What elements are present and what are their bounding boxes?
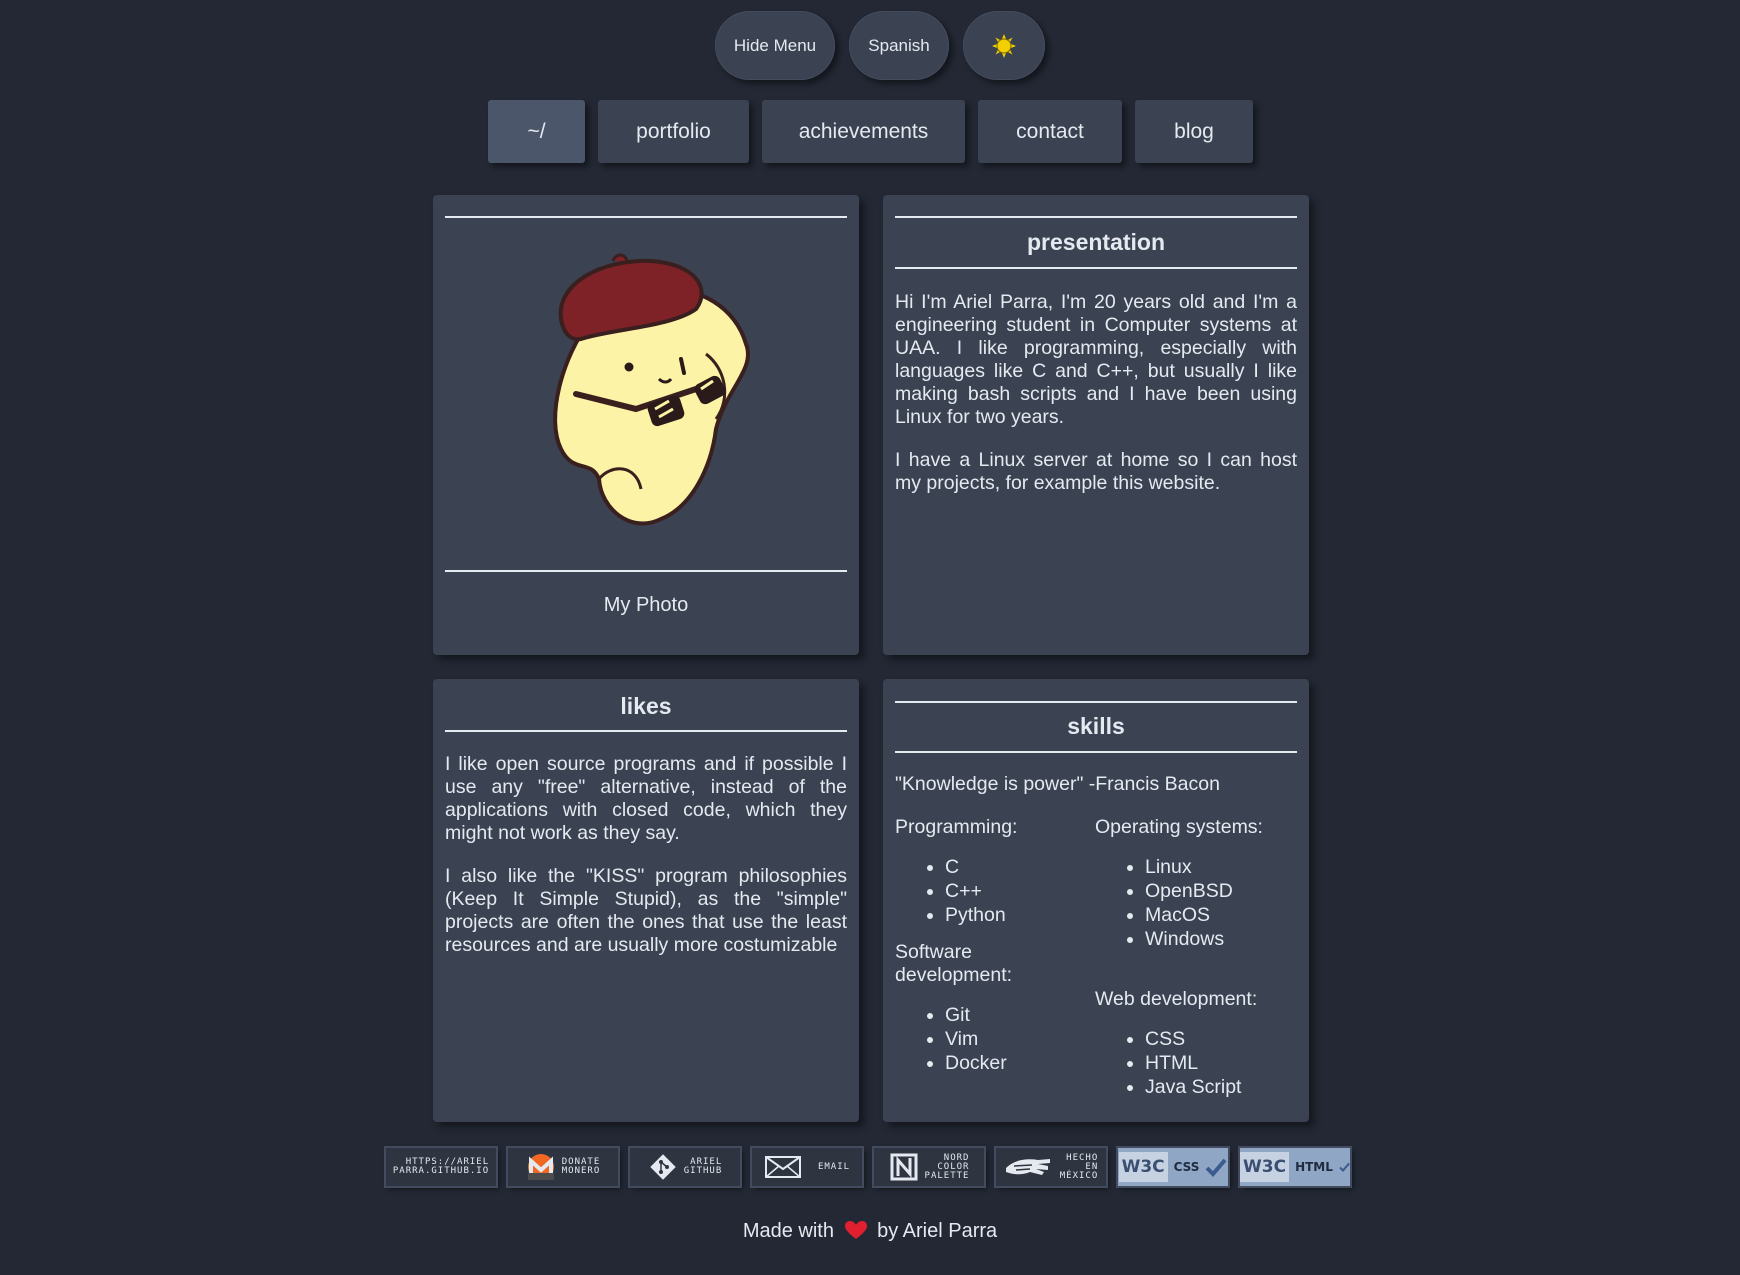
top-buttons: Hide Menu Spanish [0,11,1740,80]
github-badge[interactable]: ARIEL GITHUB [630,1148,740,1186]
checkmark-icon [1206,1158,1227,1177]
footer: Made with by Ariel Parra [0,1220,1740,1243]
site-badge-text: HTTPS://ARIEL PARRA.GITHUB.IO [392,1157,490,1176]
list-item: Java Script [1145,1075,1295,1099]
skills-software-heading: Software development: [895,941,1013,986]
skills-web-heading: Web development: [1095,988,1258,1010]
w3c-html-label: HTML [1295,1160,1333,1174]
heart-icon [844,1221,867,1239]
photo-caption: My Photo [603,594,689,616]
divider [895,216,1297,218]
nav-item-achievements[interactable]: achievements [762,100,965,163]
page: Hide Menu Spanish ~/ portfolio achieveme… [0,0,1740,1275]
divider [445,730,847,732]
photo-frame [445,218,847,570]
w3c-css-badge[interactable]: W3C CSS [1118,1148,1228,1186]
skills-right-column: Operating systems: Linux OpenBSD MacOS W… [1095,816,1295,1099]
badge-row: HTTPS://ARIEL PARRA.GITHUB.IO DONATE MON… [386,1148,1350,1186]
presentation-paragraph: Hi I'm Ariel Parra, I'm 20 years old and… [895,291,1297,428]
presentation-title: presentation [1026,229,1166,255]
divider [895,751,1297,753]
monero-badge[interactable]: DONATE MONERO [508,1148,618,1186]
hide-menu-button[interactable]: Hide Menu [715,11,835,80]
github-badge-text: ARIEL GITHUB [683,1157,723,1176]
mexico-badge-text: HECHO EN MÉXICO [1059,1152,1099,1181]
skills-os-heading: Operating systems: [1095,816,1263,838]
skills-programming-list: C C++ Python [895,855,1095,927]
list-item: Windows [1145,927,1295,951]
profile-photo [553,253,750,526]
nav-item-contact[interactable]: contact [978,100,1122,163]
w3c-css-label: CSS [1173,1160,1200,1174]
nav-item-blog[interactable]: blog [1135,100,1253,163]
theme-toggle-button[interactable] [963,11,1045,80]
language-button[interactable]: Spanish [849,11,949,80]
skills-title: skills [1067,713,1125,739]
divider [895,267,1297,269]
list-item: HTML [1145,1051,1295,1075]
git-icon [650,1154,676,1180]
skills-columns: Programming: C C++ Python Software devel… [895,816,1297,1099]
main-nav: ~/ portfolio achievements contact blog [488,100,1253,163]
skills-quote: "Knowledge is power" -Francis Bacon [895,773,1220,795]
list-item: Python [945,903,1095,927]
list-item: Linux [1145,855,1295,879]
photo-card: My Photo [433,195,859,655]
list-item: MacOS [1145,903,1295,927]
email-badge-text: EMAIL [817,1161,851,1172]
envelope-icon [764,1156,801,1178]
list-item: Vim [945,1027,1095,1051]
monero-icon [527,1154,554,1180]
w3c-html-badge[interactable]: W3C HTML [1240,1148,1350,1186]
skills-web-list: CSS HTML Java Script [1095,1027,1295,1099]
skills-software-list: Git Vim Docker [895,1003,1095,1075]
mexico-badge[interactable]: HECHO EN MÉXICO [996,1148,1106,1186]
skills-programming-heading: Programming: [895,816,1018,838]
likes-card: likes I like open source programs and if… [433,679,859,1122]
skills-os-list: Linux OpenBSD MacOS Windows [1095,855,1295,951]
list-item: C [945,855,1095,879]
skills-left-column: Programming: C C++ Python Software devel… [895,816,1095,1099]
likes-paragraph: I like open source programs and if possi… [445,753,847,844]
site-badge[interactable]: HTTPS://ARIEL PARRA.GITHUB.IO [386,1148,496,1186]
checkmark-icon [1339,1162,1350,1173]
nord-icon [890,1153,918,1181]
presentation-card: presentation Hi I'm Ariel Parra, I'm 20 … [883,195,1309,655]
sun-icon [992,33,1016,58]
divider [445,570,847,572]
list-item: OpenBSD [1145,879,1295,903]
divider [895,701,1297,703]
likes-title: likes [620,693,672,719]
nav-item-home[interactable]: ~/ [488,100,585,163]
w3c-logo: W3C [1118,1152,1168,1182]
footer-author: by Ariel Parra [877,1220,998,1242]
list-item: Docker [945,1051,1095,1075]
likes-paragraph: I also like the "KISS" program philosoph… [445,865,847,956]
monero-badge-text: DONATE MONERO [561,1157,601,1176]
skills-card: skills "Knowledge is power" -Francis Bac… [883,679,1309,1122]
list-item: Git [945,1003,1095,1027]
nord-badge[interactable]: NORD COLOR PALETTE [874,1148,984,1186]
list-item: C++ [945,879,1095,903]
email-badge[interactable]: EMAIL [752,1148,862,1186]
list-item: CSS [1145,1027,1295,1051]
nav-item-portfolio[interactable]: portfolio [598,100,749,163]
presentation-paragraph: I have a Linux server at home so I can h… [895,449,1297,494]
footer-made-with: Made with [742,1220,834,1242]
hand-icon [1005,1159,1050,1175]
w3c-logo: W3C [1240,1152,1290,1182]
nord-badge-text: NORD COLOR PALETTE [924,1152,970,1181]
